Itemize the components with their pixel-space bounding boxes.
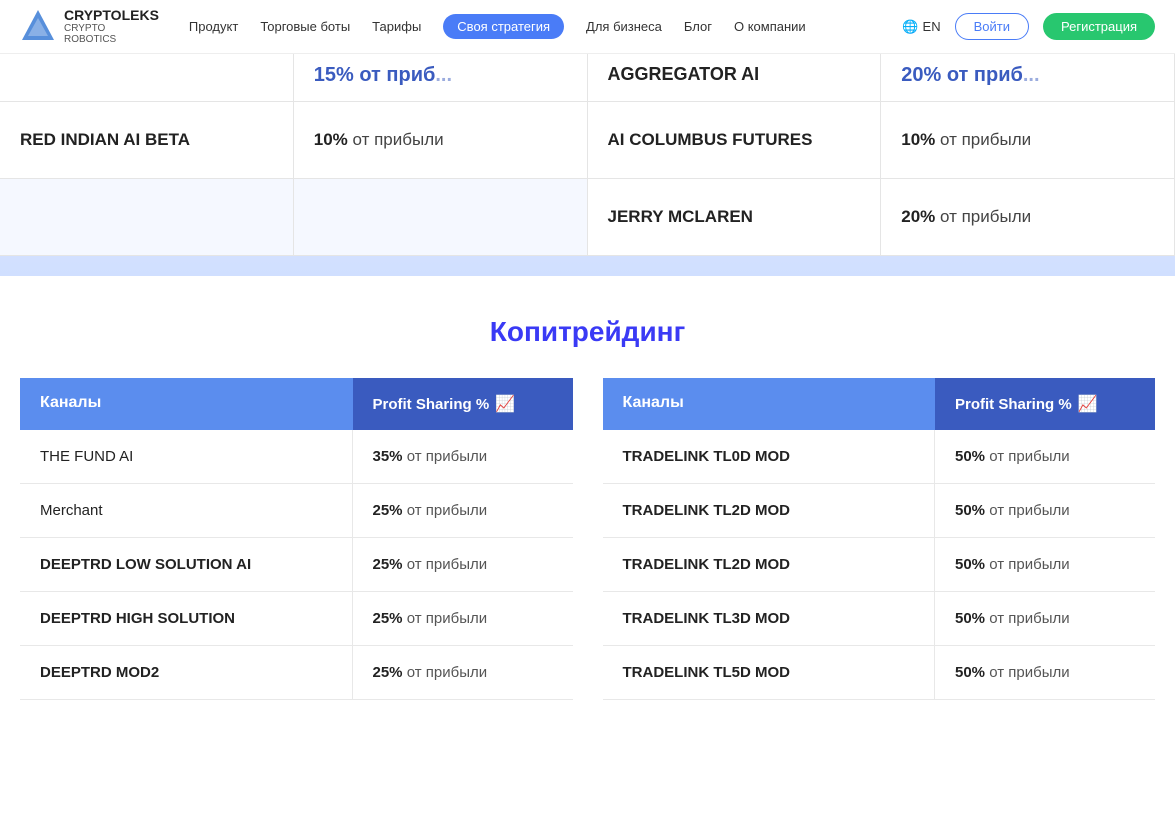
right-table-rows: TRADELINK TL0D MOD 50% от прибыли TRADEL… <box>603 430 1156 700</box>
left-th-channel: Каналы <box>20 378 353 430</box>
left-table-header: Каналы Profit Sharing % 📈 <box>20 378 573 430</box>
right-row-2-profit: 50% от прибыли <box>935 538 1155 591</box>
table-row: TRADELINK TL5D MOD 50% от прибыли <box>603 646 1156 700</box>
nav-blog[interactable]: Блог <box>684 19 712 34</box>
partial-card-1 <box>0 54 294 102</box>
card-empty-1 <box>0 179 294 256</box>
table-row: DEEPTRD LOW SOLUTION AI 25% от прибыли <box>20 538 573 592</box>
partial-text-4: 20% от приб... <box>901 64 1154 87</box>
top-cards-grid: RED INDIAN AI BETA 10% от прибыли AI COL… <box>0 102 1175 256</box>
left-row-2-channel: DEEPTRD LOW SOLUTION AI <box>20 538 353 591</box>
partial-top-row: 15% от приб... AGGREGATOR AI 20% от приб… <box>0 54 1175 102</box>
aggregator-title: AGGREGATOR AI <box>608 64 861 85</box>
right-row-4-channel: TRADELINK TL5D MOD <box>603 646 936 699</box>
left-row-1-profit: 25% от прибыли <box>353 484 573 537</box>
nav-product[interactable]: Продукт <box>189 19 238 34</box>
card-jerry: JERRY MCLAREN <box>588 179 882 256</box>
logo-icon <box>20 8 56 44</box>
card-red-indian-profit: 10% от прибыли <box>294 102 588 179</box>
right-row-1-channel: TRADELINK TL2D MOD <box>603 484 936 537</box>
table-row: TRADELINK TL2D MOD 50% от прибыли <box>603 538 1156 592</box>
right-row-4-profit: 50% от прибыли <box>935 646 1155 699</box>
left-row-0-profit: 35% от прибыли <box>353 430 573 483</box>
partial-text-2: 15% от приб... <box>314 64 567 87</box>
left-th-profit: Profit Sharing % 📈 <box>353 378 573 430</box>
logo[interactable]: CRYPTOLEKS CRYPTOROBOTICS <box>20 8 159 45</box>
logo-main-text: CRYPTOLEKS <box>64 8 159 23</box>
trend-up-icon-right: 📈 <box>1078 394 1098 414</box>
table-row: DEEPTRD MOD2 25% от прибыли <box>20 646 573 700</box>
table-row: TRADELINK TL3D MOD 50% от прибыли <box>603 592 1156 646</box>
nav-company[interactable]: О компании <box>734 19 806 34</box>
table-row: DEEPTRD HIGH SOLUTION 25% от прибыли <box>20 592 573 646</box>
right-th-channel: Каналы <box>603 378 936 430</box>
left-table-rows: THE FUND AI 35% от прибыли Merchant 25% … <box>20 430 573 700</box>
card-columbus-profit: 10% от прибыли <box>881 102 1175 179</box>
left-row-4-channel: DEEPTRD MOD2 <box>20 646 353 699</box>
right-table: Каналы Profit Sharing % 📈 TRADELINK TL0D… <box>603 378 1156 700</box>
right-row-0-profit: 50% от прибыли <box>935 430 1155 483</box>
nav-bots[interactable]: Торговые боты <box>260 19 350 34</box>
header-right: 🌐 EN Войти Регистрация <box>902 13 1155 40</box>
tables-wrapper: Каналы Profit Sharing % 📈 THE FUND AI 35… <box>20 378 1155 700</box>
register-button[interactable]: Регистрация <box>1043 13 1155 40</box>
left-table: Каналы Profit Sharing % 📈 THE FUND AI 35… <box>20 378 573 700</box>
right-th-profit-label: Profit Sharing % <box>955 396 1072 413</box>
right-row-3-profit: 50% от прибыли <box>935 592 1155 645</box>
table-row: TRADELINK TL0D MOD 50% от прибыли <box>603 430 1156 484</box>
trend-up-icon: 📈 <box>495 394 515 414</box>
card-jerry-profit: 20% от прибыли <box>881 179 1175 256</box>
right-row-2-channel: TRADELINK TL2D MOD <box>603 538 936 591</box>
lang-label: EN <box>923 19 941 34</box>
right-table-header: Каналы Profit Sharing % 📈 <box>603 378 1156 430</box>
language-selector[interactable]: 🌐 EN <box>902 19 940 35</box>
left-row-0-channel: THE FUND AI <box>20 430 353 483</box>
partial-card-2: 15% от приб... <box>294 54 588 102</box>
left-row-3-profit: 25% от прибыли <box>353 592 573 645</box>
header: CRYPTOLEKS CRYPTOROBOTICS Продукт Торгов… <box>0 0 1175 54</box>
left-row-2-profit: 25% от прибыли <box>353 538 573 591</box>
nav-own-strategy[interactable]: Своя стратегия <box>443 14 564 39</box>
table-row: TRADELINK TL2D MOD 50% от прибыли <box>603 484 1156 538</box>
card-empty-2 <box>294 179 588 256</box>
top-cards-section: 15% от приб... AGGREGATOR AI 20% от приб… <box>0 54 1175 276</box>
partial-card-3: AGGREGATOR AI <box>588 54 882 102</box>
right-th-profit: Profit Sharing % 📈 <box>935 378 1155 430</box>
globe-icon: 🌐 <box>902 19 918 35</box>
copy-trading-title: Копитрейдинг <box>20 316 1155 348</box>
nav-tariffs[interactable]: Тарифы <box>372 19 421 34</box>
logo-sub-text: CRYPTOROBOTICS <box>64 23 159 45</box>
left-row-1-channel: Merchant <box>20 484 353 537</box>
left-row-4-profit: 25% от прибыли <box>353 646 573 699</box>
nav-business[interactable]: Для бизнеса <box>586 19 662 34</box>
right-row-1-profit: 50% от прибыли <box>935 484 1155 537</box>
main-nav: Продукт Торговые боты Тарифы Своя страте… <box>189 14 902 39</box>
right-row-3-channel: TRADELINK TL3D MOD <box>603 592 936 645</box>
copy-trading-section: Копитрейдинг Каналы Profit Sharing % 📈 T… <box>0 276 1175 720</box>
table-row: THE FUND AI 35% от прибыли <box>20 430 573 484</box>
partial-card-4: 20% от приб... <box>881 54 1175 102</box>
login-button[interactable]: Войти <box>955 13 1029 40</box>
card-red-indian: RED INDIAN AI BETA <box>0 102 294 179</box>
right-row-0-channel: TRADELINK TL0D MOD <box>603 430 936 483</box>
card-columbus: AI COLUMBUS FUTURES <box>588 102 882 179</box>
table-row: Merchant 25% от прибыли <box>20 484 573 538</box>
left-th-profit-label: Profit Sharing % <box>373 396 490 413</box>
left-row-3-channel: DEEPTRD HIGH SOLUTION <box>20 592 353 645</box>
